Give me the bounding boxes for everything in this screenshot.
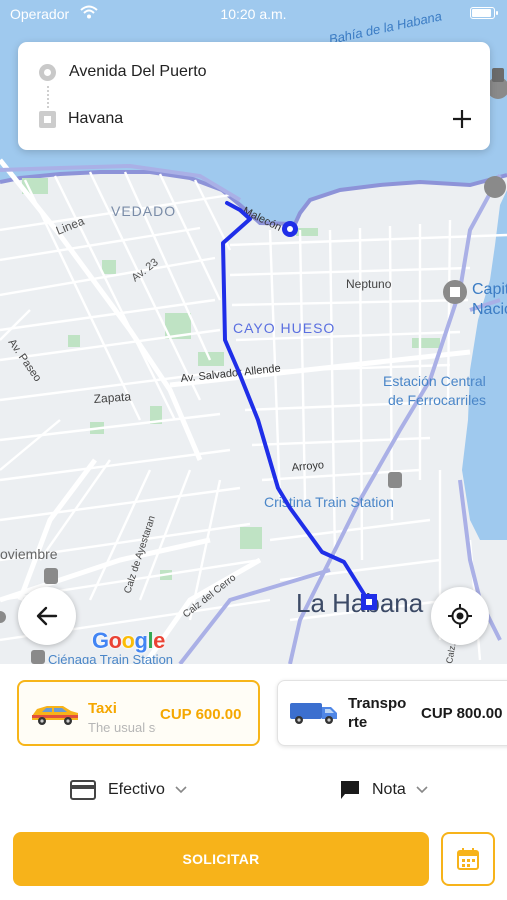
park: [198, 352, 224, 366]
map-label-av-paseo: Av. Paseo: [6, 337, 44, 384]
service-option-taxi[interactable]: Taxi The usual service CUP 600.00: [17, 680, 260, 746]
route-card: Avenida Del Puerto Havana: [18, 42, 490, 150]
map-label-noviembre: oviembre: [0, 546, 58, 562]
calendar-icon: [457, 848, 479, 870]
svg-text:Av. Paseo: Av. Paseo: [6, 337, 44, 384]
svg-text:Estación Central: Estación Central: [383, 373, 486, 389]
map-label-cerro: Calz del Cerro: [181, 572, 238, 620]
map-label-salvador-allende: Av. Salvador Allende: [180, 363, 281, 385]
park: [68, 335, 80, 347]
request-ride-button[interactable]: SOLICITAR: [13, 832, 429, 886]
service-name: Taxi: [88, 700, 117, 717]
svg-text:Arroyo: Arroyo: [291, 459, 324, 474]
service-price: CUP 800.00: [421, 705, 503, 722]
park: [102, 260, 116, 274]
svg-text:Nacio: Nacio: [472, 301, 507, 318]
comment-icon: [341, 781, 359, 799]
chevron-down-icon: [416, 786, 428, 794]
map-label-capitolio-2: Nacio: [472, 301, 507, 318]
svg-text:Zapata: Zapata: [93, 389, 132, 406]
service-name: Transpo rte: [348, 695, 407, 731]
payment-method-selector[interactable]: Efectivo: [70, 778, 187, 802]
train-icon: [388, 472, 402, 488]
svg-text:oviembre: oviembre: [0, 546, 58, 562]
origin-field[interactable]: Avenida Del Puerto: [69, 63, 207, 81]
map-label-la-habana: La Habana: [296, 588, 424, 618]
ride-request-screen: Bahía de la Habana VEDADO Linea Malecón …: [0, 0, 507, 900]
route-connector: [47, 86, 49, 108]
castle-icon: [492, 68, 504, 82]
status-bar: Operador 10:20 a.m.: [0, 0, 507, 28]
clock: 10:20 a.m.: [220, 6, 287, 22]
svg-text:CAYO HUESO: CAYO HUESO: [233, 320, 335, 336]
map-label-zapata: Zapata: [93, 389, 132, 406]
svg-text:Av. Salvador Allende: Av. Salvador Allende: [180, 363, 281, 385]
svg-text:Linea: Linea: [54, 214, 87, 238]
battery-icon: [470, 7, 498, 19]
service-description: The usual service: [88, 720, 156, 735]
note-selector[interactable]: Nota: [340, 778, 428, 802]
truck-icon: [290, 703, 337, 724]
svg-text:Av. 23: Av. 23: [129, 256, 160, 284]
note-label: Nota: [372, 781, 406, 798]
poi-icon: [484, 176, 506, 198]
destination-field[interactable]: Havana: [68, 110, 123, 128]
svg-text:Neptuno: Neptuno: [346, 277, 392, 291]
svg-text:de Ferrocarriles: de Ferrocarriles: [388, 392, 486, 408]
map-label-neptuno: Neptuno: [346, 277, 392, 291]
map-label-linea: Linea: [54, 214, 87, 238]
map-label-estacion: Estación Central: [383, 373, 486, 389]
poi-icon: [0, 611, 6, 623]
svg-text:La Habana: La Habana: [296, 588, 424, 618]
schedule-button[interactable]: [441, 832, 495, 886]
park: [412, 338, 440, 348]
back-button[interactable]: [18, 587, 76, 645]
arrow-left-icon: [36, 606, 58, 626]
taxi-car-icon: [32, 706, 78, 725]
chevron-down-icon: [175, 786, 187, 794]
map-label-capitolio: Capit: [472, 281, 507, 298]
street-grid: [0, 171, 507, 661]
train-icon: [44, 568, 58, 584]
destination-pin-icon: [39, 111, 56, 128]
google-logo: Google: [92, 628, 165, 653]
svg-text:Capit: Capit: [472, 281, 507, 298]
svg-text:VEDADO: VEDADO: [111, 203, 176, 219]
map-label-av23: Av. 23: [129, 256, 160, 284]
bottom-panel: Taxi The usual service CUP 600.00 Transp…: [0, 664, 507, 900]
add-stop-button[interactable]: [448, 105, 476, 133]
service-price: CUP 600.00: [160, 706, 242, 723]
map-label-arroyo: Arroyo: [291, 459, 324, 474]
svg-text:Calz del Cerro: Calz del Cerro: [181, 572, 238, 620]
my-location-button[interactable]: [431, 587, 489, 645]
service-option-transporte[interactable]: Transpo rte CUP 800.00: [277, 680, 507, 746]
park: [240, 527, 262, 549]
map-label-estacion-2: de Ferrocarriles: [388, 392, 486, 408]
origin-pin-icon: [39, 64, 56, 81]
credit-card-icon: [70, 780, 96, 800]
payment-method-label: Efectivo: [108, 781, 165, 798]
map-label-cayo-hueso: CAYO HUESO: [233, 320, 335, 336]
crosshair-location-icon: [448, 604, 472, 628]
train-icon: [31, 650, 45, 664]
plus-icon: [453, 110, 471, 128]
map-label-vedado: VEDADO: [111, 203, 176, 219]
